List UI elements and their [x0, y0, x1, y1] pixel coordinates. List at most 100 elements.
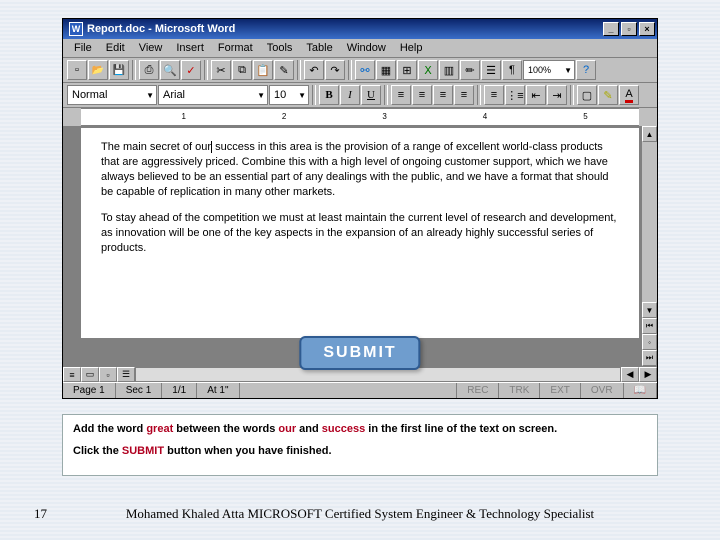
submit-overlay: SUBMIT — [299, 336, 420, 370]
font-value: Arial — [163, 89, 185, 101]
align-center-button[interactable] — [412, 85, 432, 105]
normal-view-button[interactable]: ≡ — [63, 367, 81, 382]
scroll-left-icon[interactable]: ◀ — [621, 367, 639, 382]
save-icon[interactable] — [109, 60, 129, 80]
separator — [297, 60, 301, 80]
font-select[interactable]: Arial ▼ — [158, 85, 268, 105]
chevron-down-icon: ▼ — [560, 66, 572, 75]
scroll-right-icon[interactable]: ▶ — [639, 367, 657, 382]
zoom-select[interactable]: 100% ▼ — [523, 60, 575, 80]
drawing-icon[interactable]: ✏ — [460, 60, 480, 80]
separator — [312, 85, 316, 105]
highlight-word: SUBMIT — [122, 445, 164, 457]
next-page-icon[interactable]: ⏭ — [642, 350, 657, 366]
scroll-up-icon[interactable]: ▲ — [642, 126, 657, 142]
separator — [204, 60, 208, 80]
separator — [570, 85, 574, 105]
prev-page-icon[interactable]: ⏮ — [642, 318, 657, 334]
status-trk: TRK — [499, 383, 540, 398]
minimize-button[interactable]: _ — [603, 22, 619, 36]
ruler-mark: 2 — [282, 112, 286, 121]
doc-map-icon[interactable]: ☰ — [481, 60, 501, 80]
status-sec: Sec 1 — [116, 383, 163, 398]
align-left-button[interactable] — [391, 85, 411, 105]
ruler-mark: 3 — [382, 112, 386, 121]
open-icon[interactable] — [88, 60, 108, 80]
highlight-button[interactable]: ✎ — [598, 85, 618, 105]
highlight-word: great — [146, 423, 173, 435]
increase-indent-button[interactable]: ⇥ — [547, 85, 567, 105]
menu-help[interactable]: Help — [393, 41, 430, 55]
submit-button[interactable]: SUBMIT — [299, 336, 420, 370]
status-pageof: 1/1 — [162, 383, 197, 398]
vertical-scrollbar[interactable]: ▲ ▼ ⏮ ◦ ⏭ — [641, 126, 657, 366]
new-icon[interactable] — [67, 60, 87, 80]
menu-view[interactable]: View — [132, 41, 170, 55]
show-hide-icon[interactable]: ¶ — [502, 60, 522, 80]
instruction-line-2: Click the SUBMIT button when you have fi… — [73, 445, 647, 457]
font-color-button[interactable]: A — [619, 85, 639, 105]
tables-icon[interactable]: ▦ — [376, 60, 396, 80]
borders-button[interactable]: ▢ — [577, 85, 597, 105]
help-icon[interactable]: ? — [576, 60, 596, 80]
word-window: W Report.doc - Microsoft Word _ ▫ × File… — [62, 18, 658, 399]
ruler-mark: 1 — [181, 112, 185, 121]
scroll-down-icon[interactable]: ▼ — [642, 302, 657, 318]
insert-table-icon[interactable]: ⊞ — [397, 60, 417, 80]
justify-button[interactable] — [454, 85, 474, 105]
spellcheck-icon[interactable]: ✓ — [181, 60, 201, 80]
print-preview-icon[interactable]: 🔍 — [160, 60, 180, 80]
separator — [348, 60, 352, 80]
print-view-button[interactable]: ▫ — [99, 367, 117, 382]
status-bar: Page 1 Sec 1 1/1 At 1" REC TRK EXT OVR 📖 — [63, 382, 657, 398]
decrease-indent-button[interactable]: ⇤ — [526, 85, 546, 105]
document-page[interactable]: The main secret of our success in this a… — [81, 128, 639, 338]
highlight-word: our — [278, 423, 296, 435]
browse-object-icon[interactable]: ◦ — [642, 334, 657, 350]
restore-button[interactable]: ▫ — [621, 22, 637, 36]
ruler-mark: 5 — [583, 112, 587, 121]
bulleted-list-button[interactable]: ⋮≡ — [505, 85, 525, 105]
horizontal-ruler[interactable]: 1 2 3 4 5 — [81, 108, 639, 126]
copy-icon[interactable] — [232, 60, 252, 80]
paragraph-2[interactable]: To stay ahead of the competition we must… — [101, 211, 619, 256]
menu-edit[interactable]: Edit — [99, 41, 132, 55]
chevron-down-icon: ▼ — [294, 91, 306, 100]
numbered-list-button[interactable]: ≡ — [484, 85, 504, 105]
size-select[interactable]: 10 ▼ — [269, 85, 309, 105]
underline-button[interactable]: U — [361, 85, 381, 105]
excel-icon[interactable]: Ⅹ — [418, 60, 438, 80]
slide-footer: Mohamed Khaled Atta MICROSOFT Certified … — [0, 506, 720, 522]
paste-icon[interactable]: 📋 — [253, 60, 273, 80]
menu-tools[interactable]: Tools — [260, 41, 300, 55]
outline-view-button[interactable]: ☰ — [117, 367, 135, 382]
style-select[interactable]: Normal ▼ — [67, 85, 157, 105]
menu-window[interactable]: Window — [340, 41, 393, 55]
format-painter-icon[interactable]: ✎ — [274, 60, 294, 80]
align-right-button[interactable] — [433, 85, 453, 105]
highlight-word: success — [322, 423, 365, 435]
cut-icon[interactable]: ✂ — [211, 60, 231, 80]
menu-format[interactable]: Format — [211, 41, 260, 55]
menu-insert[interactable]: Insert — [169, 41, 211, 55]
columns-icon[interactable]: ▥ — [439, 60, 459, 80]
italic-button[interactable]: I — [340, 85, 360, 105]
paragraph-1[interactable]: The main secret of our success in this a… — [101, 140, 619, 199]
title-bar: W Report.doc - Microsoft Word _ ▫ × — [63, 19, 657, 39]
chevron-down-icon: ▼ — [142, 91, 154, 100]
menu-file[interactable]: File — [67, 41, 99, 55]
style-value: Normal — [72, 89, 107, 101]
zoom-value: 100% — [528, 65, 551, 75]
hyperlink-icon[interactable]: ⚯ — [355, 60, 375, 80]
status-ext: EXT — [540, 383, 580, 398]
close-button[interactable]: × — [639, 22, 655, 36]
text: The main secret of our — [101, 141, 211, 153]
bold-button[interactable]: B — [319, 85, 339, 105]
instructions-panel: Add the word great between the words our… — [62, 414, 658, 476]
undo-icon[interactable]: ↶ — [304, 60, 324, 80]
instruction-line-1: Add the word great between the words our… — [73, 423, 647, 435]
menu-table[interactable]: Table — [299, 41, 339, 55]
redo-icon[interactable]: ↷ — [325, 60, 345, 80]
web-view-button[interactable]: ▭ — [81, 367, 99, 382]
print-icon[interactable] — [139, 60, 159, 80]
